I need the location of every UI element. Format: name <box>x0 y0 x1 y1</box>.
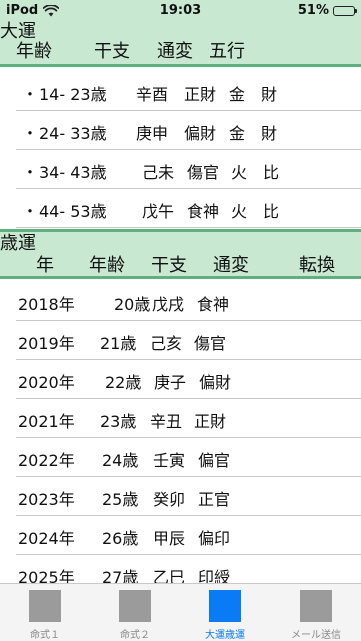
tab-daiun-saiun[interactable]: 大運歳運 <box>180 584 270 641</box>
tab-label: メール送信 <box>291 630 341 641</box>
daiun-age: 34- 43歳 <box>39 163 107 182</box>
saiun-tsuhen: 偏官 <box>198 451 231 470</box>
tab-mail-send-icon <box>300 590 332 622</box>
saiun-age: 23歳 <box>100 412 137 431</box>
saiun-year: 2019年 <box>18 334 75 353</box>
daiun-age: 14- 23歳 <box>39 85 107 104</box>
daiun-relation: 比 <box>263 202 280 221</box>
tab-bar: 命式１ 命式２ 大運歳運 メール送信 <box>0 583 361 641</box>
daiun-relation: 財 <box>261 124 278 143</box>
daiun-gogyo: 金 <box>229 85 246 104</box>
saiun-year: 2021年 <box>18 412 75 431</box>
saiun-kanshi: 庚子 <box>154 373 187 392</box>
daiun-tsuhen: 傷官 <box>187 163 220 182</box>
saiun-kanshi: 辛丑 <box>150 412 183 431</box>
tab-label: 命式２ <box>120 630 150 641</box>
daiun-kanshi: 辛酉 <box>136 85 169 104</box>
saiun-year: 2020年 <box>18 373 75 392</box>
saiun-tsuhen: 偏財 <box>199 373 232 392</box>
saiun-age: 20歳 <box>114 295 151 314</box>
battery-icon <box>333 5 357 16</box>
daiun-title: 大運 <box>0 21 36 42</box>
tab-meishiki-1-icon <box>29 590 61 622</box>
saiun-row[interactable]: 2020年 22歳 庚子 偏財 <box>16 359 361 399</box>
daiun-kanshi: 戊午 <box>142 202 175 221</box>
daiun-tsuhen: 偏財 <box>184 124 217 143</box>
row-bullet: ・ <box>22 85 39 104</box>
saiun-year: 2023年 <box>18 490 75 509</box>
daiun-age: 44- 53歳 <box>39 202 107 221</box>
daiun-relation: 比 <box>263 163 280 182</box>
saiun-header-rule <box>0 276 361 279</box>
saiun-kanshi: 己亥 <box>150 334 183 353</box>
battery-percent: 51% <box>297 3 329 18</box>
daiun-row[interactable]: ・ 44- 53歳 戊午 食神 火 比 <box>16 188 361 228</box>
saiun-year: 2022年 <box>18 451 75 470</box>
saiun-row[interactable]: 2023年 25歳 癸卯 正官 <box>16 476 361 516</box>
tab-daiun-saiun-icon <box>209 590 241 622</box>
saiun-title: 歳運 <box>0 233 36 254</box>
tab-meishiki-2[interactable]: 命式２ <box>90 584 180 641</box>
daiun-header-rule <box>0 64 361 67</box>
daiun-row[interactable]: ・ 34- 43歳 己未 傷官 火 比 <box>16 149 361 189</box>
daiun-row[interactable]: ・ 14- 23歳 辛酉 正財 金 財 <box>16 71 361 111</box>
daiun-kanshi: 庚申 <box>136 124 169 143</box>
saiun-kanshi: 甲辰 <box>153 529 186 548</box>
tab-label: 大運歳運 <box>205 630 245 641</box>
daiun-col-tsuhen: 通変 <box>157 41 193 62</box>
saiun-kanshi: 癸卯 <box>153 490 186 509</box>
tab-meishiki-2-icon <box>119 590 151 622</box>
daiun-gogyo: 金 <box>229 124 246 143</box>
row-bullet: ・ <box>22 202 39 221</box>
saiun-row[interactable]: 2022年 24歳 壬寅 偏官 <box>16 437 361 477</box>
saiun-col-age: 年齢 <box>89 255 125 276</box>
saiun-col-tenkan: 転換 <box>299 255 335 276</box>
saiun-col-year: 年 <box>36 255 54 276</box>
daiun-tsuhen: 食神 <box>187 202 220 221</box>
saiun-age: 22歳 <box>105 373 142 392</box>
daiun-tsuhen: 正財 <box>184 85 217 104</box>
saiun-kanshi: 壬寅 <box>153 451 186 470</box>
saiun-year: 2018年 <box>18 295 75 314</box>
saiun-tsuhen: 食神 <box>197 295 230 314</box>
saiun-age: 26歳 <box>102 529 139 548</box>
daiun-col-gogyo: 五行 <box>209 41 245 62</box>
daiun-header: 大運 年齢 干支 通変 五行 <box>0 22 361 64</box>
saiun-age: 25歳 <box>102 490 139 509</box>
saiun-age: 24歳 <box>102 451 139 470</box>
daiun-age: 24- 33歳 <box>39 124 107 143</box>
row-bullet: ・ <box>22 163 39 182</box>
daiun-col-kanshi: 干支 <box>94 41 130 62</box>
tab-label: 命式１ <box>30 630 60 641</box>
saiun-tsuhen: 傷官 <box>194 334 227 353</box>
tab-meishiki-1[interactable]: 命式１ <box>0 584 90 641</box>
saiun-row[interactable]: 2024年 26歳 甲辰 偏印 <box>16 515 361 555</box>
saiun-age: 21歳 <box>100 334 137 353</box>
saiun-year: 2024年 <box>18 529 75 548</box>
tab-mail-send[interactable]: メール送信 <box>271 584 361 641</box>
saiun-row[interactable]: 2018年 20歳 戊戌 食神 <box>16 281 361 321</box>
daiun-gogyo: 火 <box>231 163 248 182</box>
saiun-col-tsuhen: 通変 <box>213 255 249 276</box>
daiun-relation: 財 <box>261 85 278 104</box>
row-bullet: ・ <box>22 124 39 143</box>
saiun-col-kanshi: 干支 <box>151 255 187 276</box>
daiun-gogyo: 火 <box>231 202 248 221</box>
saiun-header: 歳運 年 年齢 干支 通変 転換 <box>0 232 361 276</box>
daiun-row[interactable]: ・ 24- 33歳 庚申 偏財 金 財 <box>16 110 361 150</box>
status-bar: iPod 19:03 51% <box>0 0 361 22</box>
saiun-tsuhen: 偏印 <box>198 529 231 548</box>
saiun-tsuhen: 正財 <box>194 412 227 431</box>
saiun-kanshi: 戊戌 <box>152 295 185 314</box>
daiun-kanshi: 己未 <box>142 163 175 182</box>
daiun-col-age: 年齢 <box>16 41 52 62</box>
saiun-row[interactable]: 2021年 23歳 辛丑 正財 <box>16 398 361 438</box>
saiun-tsuhen: 正官 <box>198 490 231 509</box>
saiun-row[interactable]: 2019年 21歳 己亥 傷官 <box>16 320 361 360</box>
